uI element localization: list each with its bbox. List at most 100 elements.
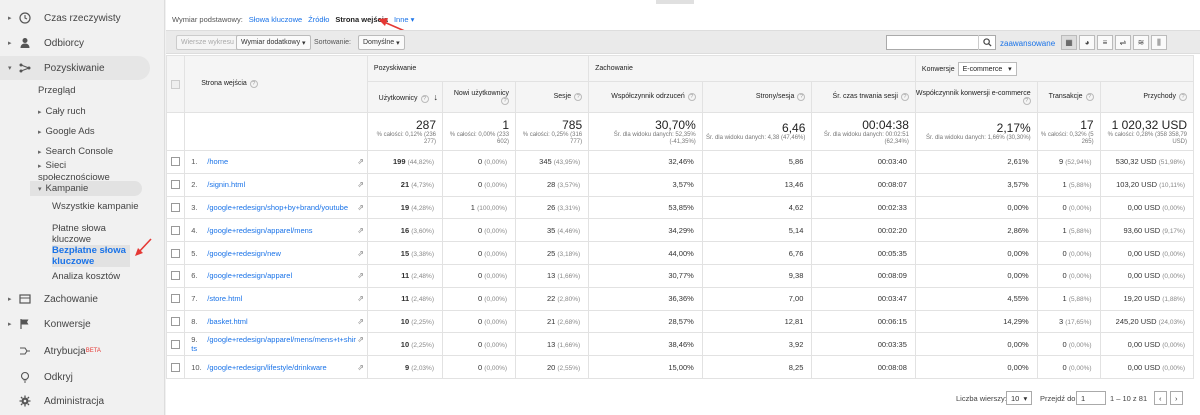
header-new-users[interactable]: Nowi użytkownicy? <box>441 81 517 113</box>
nav-cost-analysis[interactable]: Analiza kosztów <box>52 271 142 282</box>
row-select-cell[interactable] <box>165 263 186 288</box>
landing-page-link[interactable]: /google+redesign/apparel/mens/mens+t+shi… <box>191 335 356 353</box>
header-bounce-rate[interactable]: Współczynnik odrzuceń? <box>588 81 703 113</box>
nav-overview[interactable]: Przegląd <box>38 85 76 96</box>
select-all-checkbox[interactable] <box>171 79 181 89</box>
header-users[interactable]: Użytkownicy? ↓ <box>366 81 444 113</box>
search-icon[interactable] <box>978 35 996 50</box>
nav-acquisition[interactable]: ▾ Pozyskiwanie <box>0 56 150 80</box>
conversion-dropdown[interactable]: E-commerce ▾ <box>957 61 1017 76</box>
external-link-icon[interactable]: ⇗ <box>357 317 364 326</box>
go-to-input[interactable]: 1 <box>1076 391 1106 405</box>
nav-all-campaigns[interactable]: Wszystkie kampanie <box>52 201 142 212</box>
nav-realtime[interactable]: ▸ Czas rzeczywisty <box>0 6 150 30</box>
comparison-view-icon[interactable]: ⇌ <box>1115 35 1131 50</box>
table-row[interactable]: ⇗ 7./store.html 11 (2,48%) 0 (0,00%) 22 (2,8… <box>165 286 1195 311</box>
help-icon[interactable]: ? <box>1179 93 1187 101</box>
external-link-icon[interactable]: ⇗ <box>357 180 364 189</box>
row-checkbox[interactable] <box>171 180 181 190</box>
external-link-icon[interactable]: ⇗ <box>357 226 364 235</box>
table-row[interactable]: ⇗ 2./signin.html 21 (4,73%) 0 (0,00%) 28 (3,… <box>165 172 1195 197</box>
table-row[interactable]: ⇗ 6./google+redesign/apparel 11 (2,48%) 0 (… <box>165 263 1195 288</box>
pivot-view-icon[interactable]: ⫼ <box>1151 35 1167 50</box>
table-view-icon[interactable]: ▦ <box>1061 35 1077 50</box>
external-link-icon[interactable]: ⇗ <box>357 249 364 258</box>
row-checkbox[interactable] <box>171 294 181 304</box>
landing-page-link[interactable]: /google+redesign/lifestyle/drinkware <box>207 363 326 372</box>
row-select-cell[interactable] <box>165 309 186 334</box>
header-transactions[interactable]: Transakcje? <box>1036 81 1101 113</box>
row-select-cell[interactable] <box>165 332 186 357</box>
help-icon[interactable]: ? <box>797 93 806 101</box>
table-row[interactable]: ⇗ 5./google+redesign/new 15 (3,38%) 0 (0,00… <box>165 241 1195 265</box>
nav-conversions[interactable]: ▸ Konwersje <box>0 312 150 336</box>
row-checkbox[interactable] <box>171 316 181 326</box>
rows-per-page-select[interactable]: 10 ▾ <box>1006 391 1033 405</box>
help-icon[interactable]: ? <box>900 93 909 101</box>
table-row[interactable]: ⇗ 4. /google+redesign/apparel/mens 16 (3,60… <box>165 218 1195 243</box>
landing-page-link[interactable]: /google+redesign/apparel <box>207 271 292 280</box>
next-page-button[interactable]: › <box>1170 391 1183 405</box>
term-cloud-icon[interactable]: ≋ <box>1133 35 1149 50</box>
row-checkbox[interactable] <box>171 248 181 258</box>
header-revenue[interactable]: Przychody? <box>1099 81 1195 113</box>
help-icon[interactable]: ? <box>249 80 258 88</box>
landing-page-link[interactable]: /google+redesign/new <box>207 249 281 258</box>
dimension-source-link[interactable]: Źródło <box>308 15 329 24</box>
nav-behavior[interactable]: ▸ Zachowanie <box>0 287 150 311</box>
landing-page-link[interactable]: /home <box>207 157 228 166</box>
nav-search-console[interactable]: ▸ Search Console <box>38 146 113 158</box>
help-icon[interactable]: ? <box>501 96 510 105</box>
table-row[interactable]: ⇗ 9./google+redesign/apparel/mens/mens+t+… <box>165 332 1195 357</box>
row-checkbox[interactable] <box>171 202 181 212</box>
nav-all-traffic[interactable]: ▸ Cały ruch <box>38 106 86 118</box>
external-link-icon[interactable]: ⇗ <box>357 271 364 280</box>
nav-google-ads[interactable]: ▸ Google Ads <box>38 126 95 138</box>
header-ecommerce-conversion-rate[interactable]: Współczynnik konwersji e-commerce? <box>914 81 1038 113</box>
header-pages-per-session[interactable]: Strony/sesja? <box>701 81 813 113</box>
external-link-icon[interactable]: ⇗ <box>357 203 364 212</box>
help-icon[interactable]: ? <box>1085 93 1094 101</box>
help-icon[interactable]: ? <box>1022 96 1031 105</box>
landing-page-link[interactable]: /google+redesign/shop+by+brand/youtube <box>207 203 348 212</box>
nav-organic-keywords[interactable]: Bezpłatne słowa kluczowe <box>52 245 130 267</box>
header-landing-page[interactable]: Strona wejścia? <box>184 55 368 113</box>
row-select-cell[interactable] <box>165 286 186 311</box>
external-link-icon[interactable]: ⇗ <box>357 335 364 344</box>
plot-rows-button[interactable]: Wiersze wykresu <box>176 35 239 50</box>
external-link-icon[interactable]: ⇗ <box>357 294 364 303</box>
performance-view-icon[interactable]: ≡ <box>1097 35 1113 50</box>
header-sessions[interactable]: Sesje? <box>515 81 590 113</box>
external-link-icon[interactable]: ⇗ <box>357 363 364 372</box>
dimension-keywords-link[interactable]: Słowa kluczowe <box>249 15 302 24</box>
table-row[interactable]: ⇗ 10. /google+redesign/lifestyle/drinkware… <box>165 355 1195 379</box>
nav-attribution[interactable]: Atrybucja BETA <box>0 339 150 363</box>
landing-page-link[interactable]: /google+redesign/apparel/mens <box>207 226 312 235</box>
table-row[interactable]: ⇗ 3. /google+redesign/shop+by+brand/youtub… <box>165 195 1195 220</box>
landing-page-link[interactable]: /signin.html <box>207 180 245 189</box>
help-icon[interactable]: ? <box>420 94 429 103</box>
nav-admin[interactable]: Administracja <box>0 389 150 413</box>
help-icon[interactable]: ? <box>574 93 583 101</box>
nav-social[interactable]: ▸ Sieci społecznościowe <box>38 160 118 183</box>
secondary-dimension-dropdown[interactable]: Wymiar dodatkowy ▾ <box>236 35 311 50</box>
prev-page-button[interactable]: ‹ <box>1154 391 1167 405</box>
row-select-cell[interactable] <box>165 241 186 265</box>
row-select-cell[interactable] <box>165 195 186 220</box>
nav-audience[interactable]: ▸ Odbiorcy <box>0 31 150 55</box>
row-checkbox[interactable] <box>171 157 181 167</box>
header-avg-session-duration[interactable]: Śr. czas trwania sesji? <box>811 81 916 113</box>
nav-campaigns[interactable]: ▾ Kampanie <box>30 181 142 196</box>
row-checkbox[interactable] <box>171 362 181 372</box>
row-select-cell[interactable] <box>165 150 186 174</box>
table-row[interactable]: ⇗ 1./home 199 (44,82%) 0 (0,00%) 345 (43,95%… <box>165 150 1195 174</box>
external-link-icon[interactable]: ⇗ <box>357 157 364 166</box>
sort-dropdown[interactable]: Domyślne ▾ <box>358 35 405 50</box>
row-select-cell[interactable] <box>165 172 186 197</box>
select-all-cell[interactable] <box>165 55 186 113</box>
pie-view-icon[interactable]: ◕ <box>1079 35 1095 50</box>
advanced-filter-link[interactable]: zaawansowane <box>1000 39 1055 48</box>
row-checkbox[interactable] <box>171 271 181 281</box>
row-checkbox[interactable] <box>171 225 181 235</box>
row-checkbox[interactable] <box>171 339 181 349</box>
